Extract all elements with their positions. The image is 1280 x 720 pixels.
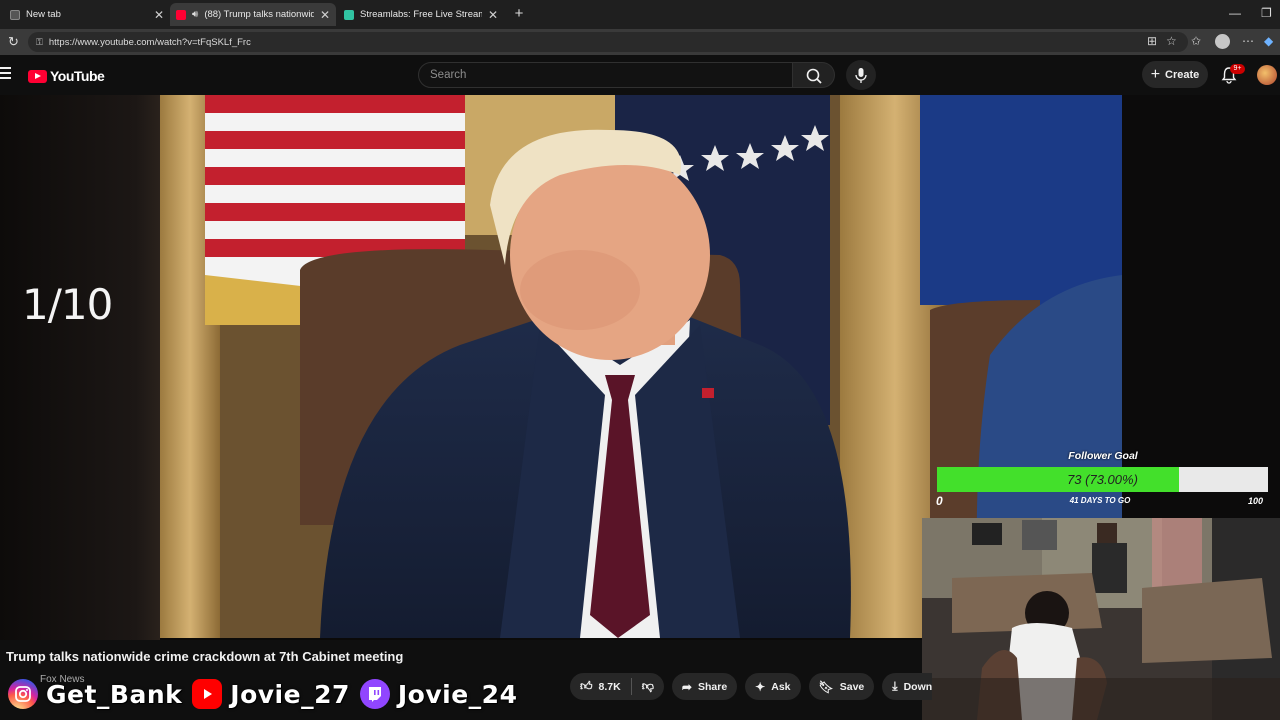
account-avatar[interactable] <box>1257 65 1277 85</box>
create-button[interactable]: + Create <box>1142 61 1208 88</box>
close-icon[interactable]: ✕ <box>154 8 164 22</box>
microphone-icon <box>855 68 867 83</box>
dislike-button[interactable]: 👎︎ <box>632 673 664 700</box>
url-field[interactable]: ⚿ https://www.youtube.com/watch?v=tFqSKL… <box>28 32 1188 52</box>
menu-dots-icon[interactable]: ⋯ <box>1242 34 1254 48</box>
restore-icon[interactable]: ❐ <box>1261 6 1272 20</box>
search-input[interactable]: Search <box>418 62 793 88</box>
webcam-feed <box>922 518 1280 720</box>
url-text: https://www.youtube.com/watch?v=tFqSKLf_… <box>48 36 251 48</box>
search-icon <box>806 68 822 84</box>
voice-search-button[interactable] <box>846 60 876 90</box>
instagram-handle: Get_Bank <box>46 679 183 709</box>
search-button[interactable] <box>793 62 835 88</box>
thumbs-up-icon: 👍︎ <box>580 679 593 693</box>
address-bar-row: ↻ ⚿ https://www.youtube.com/watch?v=tFqS… <box>0 29 1280 55</box>
follower-goal-min: 0 <box>936 494 943 508</box>
youtube-logo-text: YouTube <box>50 68 105 84</box>
tab-streamlabs[interactable]: Streamlabs: Free Live Streaming & ✕ <box>338 3 504 26</box>
ask-label: Ask <box>771 680 791 693</box>
youtube-handle: Jovie_27 <box>230 679 350 709</box>
youtube-favicon-icon <box>176 9 186 20</box>
menu-icon[interactable] <box>0 67 11 79</box>
close-icon[interactable]: ✕ <box>320 8 330 22</box>
follower-goal-title: Follower Goal <box>1068 450 1138 462</box>
notification-badge: 9+ <box>1230 64 1245 74</box>
like-count: 8.7K <box>598 680 621 693</box>
video-title: Trump talks nationwide crime crackdown a… <box>6 649 404 664</box>
browser-tab-strip: New tab ✕ 🔊︎ (88) Trump talks nationwide… <box>0 0 1280 29</box>
twitch-icon <box>359 679 390 709</box>
tab-new-tab[interactable]: New tab ✕ <box>4 3 170 26</box>
youtube-logo[interactable]: YouTube <box>28 68 105 84</box>
speaker-icon[interactable]: 🔊︎ <box>192 9 198 20</box>
favorites-icon[interactable]: ✩ <box>1191 34 1201 48</box>
follower-goal-progress: 73 (73.00%) <box>1067 472 1138 487</box>
sparkle-icon: ✦ <box>755 679 766 694</box>
tab-youtube[interactable]: 🔊︎ (88) Trump talks nationwide c ✕ <box>170 3 336 26</box>
follower-goal-bar: 73 (73.00%) <box>937 467 1268 492</box>
plus-icon: + <box>1150 65 1161 83</box>
minimize-icon[interactable]: — <box>1229 6 1241 20</box>
tab-title: (88) Trump talks nationwide c <box>204 9 314 20</box>
like-button[interactable]: 👍︎ 8.7K <box>570 673 631 700</box>
social-handles-overlay: Get_Bank Jovie_27 Jovie_24 <box>8 677 527 711</box>
webcam-scene <box>922 518 1280 720</box>
like-dislike-group: 👍︎ 8.7K 👎︎ <box>570 673 664 700</box>
reload-icon[interactable]: ↻ <box>8 34 19 50</box>
share-button[interactable]: ➦ Share <box>671 673 738 700</box>
thumbs-down-icon: 👎︎ <box>641 679 654 693</box>
ask-button[interactable]: ✦ Ask <box>745 673 801 700</box>
download-button[interactable]: ⤓ Down <box>882 673 933 700</box>
follower-goal-days: 41 DAYS TO GO <box>1069 496 1131 505</box>
share-icon: ➦ <box>681 679 692 694</box>
streamlabs-favicon-icon <box>344 9 354 20</box>
close-icon[interactable]: ✕ <box>488 8 498 22</box>
newtab-icon <box>10 9 20 20</box>
install-app-icon[interactable]: ⊞ <box>1147 34 1157 48</box>
follower-goal-max: 100 <box>1248 496 1264 506</box>
twitch-handle: Jovie_24 <box>397 679 518 709</box>
youtube-header: YouTube Search + Create 9+ <box>0 55 1280 95</box>
youtube-logo-icon <box>28 69 47 83</box>
copilot-icon[interactable]: ◆ <box>1264 34 1273 48</box>
bookmark-star-icon[interactable]: ☆ <box>1166 34 1177 48</box>
save-label: Save <box>839 680 865 693</box>
save-button[interactable]: 🔖︎ Save <box>808 673 875 700</box>
tab-title: New tab <box>26 9 61 20</box>
tab-title: Streamlabs: Free Live Streaming & <box>360 9 482 20</box>
left-gradient-panel <box>0 95 160 640</box>
site-info-icon[interactable]: ⚿ <box>36 37 43 48</box>
download-label: Down <box>903 680 933 693</box>
new-tab-button[interactable]: + <box>510 4 528 24</box>
browser-profile-avatar[interactable] <box>1215 34 1230 49</box>
create-label: Create <box>1165 68 1200 81</box>
instagram-icon <box>8 679 38 709</box>
ranking-counter: 1/10 <box>22 280 113 329</box>
bookmark-icon: 🔖︎ <box>818 679 834 694</box>
download-icon: ⤓ <box>892 679 898 693</box>
youtube-icon <box>192 679 223 709</box>
share-label: Share <box>697 680 728 693</box>
video-actions: 👍︎ 8.7K 👎︎ ➦ Share ✦ Ask 🔖︎ Save ⤓ Down <box>570 673 940 700</box>
